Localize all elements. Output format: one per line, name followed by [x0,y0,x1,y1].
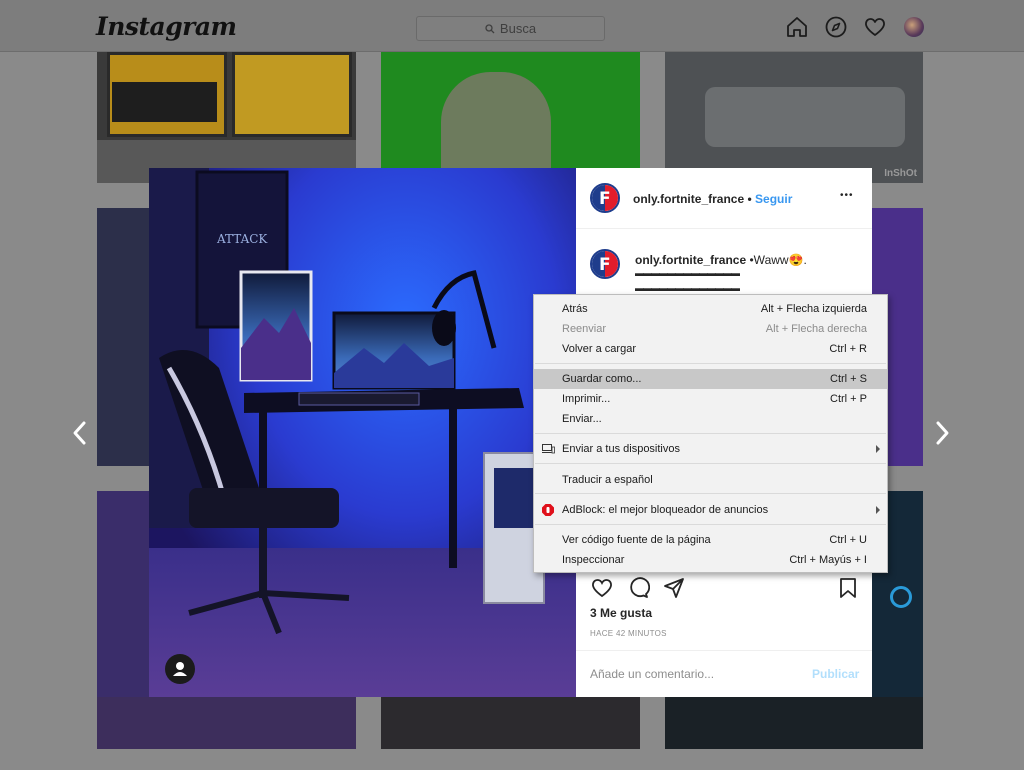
caption-username[interactable]: only.fortnite_france [635,253,746,267]
menu-item-forward[interactable]: Reenviar Alt + Flecha derecha [534,319,887,339]
avatar[interactable] [904,17,924,37]
author-username-link[interactable]: only.fortnite_france [633,192,744,206]
bookmark-icon[interactable] [836,576,860,600]
divider [576,228,872,229]
menu-separator [535,463,886,464]
menu-item-send-to-devices[interactable]: Enviar a tus dispositivos [534,439,887,459]
caption-avatar[interactable]: F [590,249,620,279]
submenu-arrow-icon [876,445,880,453]
menu-separator [535,433,886,434]
search-placeholder: Busca [499,21,537,36]
menu-item-back[interactable]: Atrás Alt + Flecha izquierda [534,299,887,319]
next-post-arrow-icon[interactable] [932,420,952,446]
heart-icon[interactable] [863,15,887,39]
menu-item-print[interactable]: Imprimir... Ctrl + P [534,389,887,409]
likes-count[interactable]: 3 Me gusta [590,606,652,620]
menu-item-inspect[interactable]: Inspeccionar Ctrl + Mayús + I [534,550,887,570]
search-input[interactable]: Busca [416,16,605,41]
menu-item-reload[interactable]: Volver a cargar Ctrl + R [534,339,887,359]
grid-post-middle-bottom[interactable] [381,697,640,749]
grid-post-green-screen[interactable] [381,52,640,183]
like-heart-icon[interactable] [590,576,614,600]
menu-item-translate[interactable]: Traducir a español [534,470,887,490]
menu-item-view-source[interactable]: Ver código fuente de la página Ctrl + U [534,530,887,550]
grid-post-left-lower[interactable] [97,697,356,749]
follow-button[interactable]: Seguir [755,192,792,206]
menu-separator [535,524,886,525]
grid-post-bath[interactable]: InShOt [665,52,923,183]
post-header-author: only.fortnite_france • Seguir [633,192,792,206]
dot-separator: • [747,192,752,206]
user-icon [173,662,187,676]
home-icon[interactable] [785,15,809,39]
menu-separator [535,363,886,364]
comment-input[interactable]: Añade un comentario... [590,667,714,681]
caption-body: •Waww😍. [749,253,807,267]
menu-item-adblock[interactable]: AdBlock: el mejor bloqueador de anuncios [534,500,887,520]
watermark: InShOt [884,168,917,179]
post-timestamp[interactable]: HACE 42 MINUTOS [590,629,667,638]
submenu-arrow-icon [876,506,880,514]
publish-button[interactable]: Publicar [812,667,859,681]
devices-icon [542,444,555,454]
tagged-user-button[interactable] [165,654,195,684]
grid-post-left-mid[interactable] [97,208,149,466]
menu-item-cast[interactable]: Enviar... [534,409,887,429]
grid-post-pc-build[interactable] [97,52,356,183]
top-navigation-bar: Instagram Busca [0,0,1024,52]
search-icon [485,23,495,33]
gaming-setup-image: ATTACK [149,168,576,697]
instagram-logo[interactable]: Instagram [96,12,237,41]
svg-text:ATTACK: ATTACK [216,232,268,246]
more-options-icon[interactable]: ••• [840,190,854,201]
caption-text: only.fortnite_france •Waww😍. [635,253,807,267]
caption-line-2: ▬▬▬▬▬▬▬▬▬▬▬▬▬ [635,283,740,293]
adblock-icon [542,504,554,516]
browser-context-menu: Atrás Alt + Flecha izquierda Reenviar Al… [533,294,888,573]
menu-separator [535,493,886,494]
divider [576,650,872,651]
comment-icon[interactable] [626,576,650,600]
author-avatar[interactable]: F [590,183,620,213]
post-photo[interactable]: ATTACK [149,168,576,697]
share-send-icon[interactable] [662,576,686,600]
compass-icon[interactable] [824,15,848,39]
grid-post-right-bottom[interactable] [665,697,923,749]
caption-line-1: ▬▬▬▬▬▬▬▬▬▬▬▬▬ [635,268,740,278]
previous-post-arrow-icon[interactable] [70,420,90,446]
menu-item-save-as[interactable]: Guardar como... Ctrl + S [534,369,887,389]
